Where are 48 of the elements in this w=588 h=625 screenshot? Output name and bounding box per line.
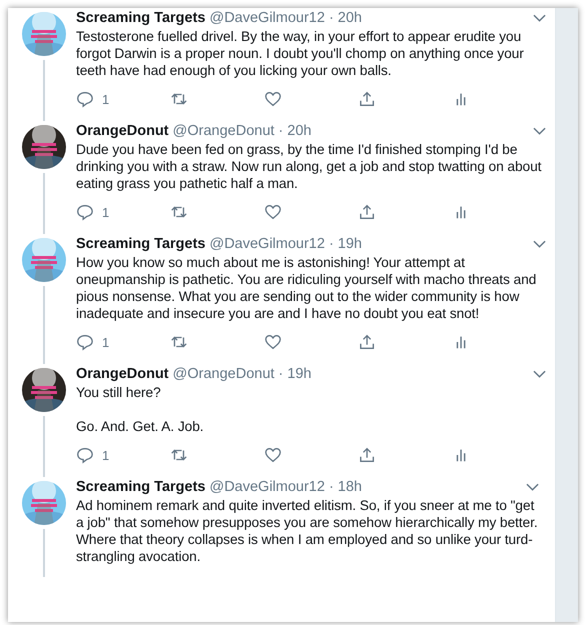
author-handle[interactable]: @OrangeDonut: [172, 123, 274, 139]
tweet-text: How you know so much about me is astonishing! Your attempt at oneupmanship is pathetic. You are ridiculing yourself with macho threats and pious nonsense. What you are sending out to the wider community is how inadequate and insecure you are and I have no doubt you eat snot!: [76, 254, 538, 322]
tweet-text: Dude you have been fed on grass, by the time I'd finished stomping I'd be drinking you with a straw. Now run along, get a job and stop twatting on about eating grass you pathetic half a man.: [76, 141, 542, 192]
tweet-text: Go. And. Get. A. Job.: [76, 418, 205, 435]
reply-count: 1: [102, 204, 110, 220]
author-handle[interactable]: @DaveGilmour12: [209, 10, 325, 26]
author-name[interactable]: OrangeDonut: [76, 123, 169, 139]
reply-count: 1: [102, 448, 110, 462]
author-handle[interactable]: @DaveGilmour12: [209, 479, 325, 495]
tweet-time[interactable]: 19h: [338, 236, 362, 252]
tweet-text: You still here?: [76, 384, 162, 401]
reply-count: 1: [102, 334, 110, 350]
tweet-text: Ad hominem remark and quite inverted elitism. So, if you sneer at me to "get a job" that somehow presupposes you are somehow hierarchically my better. Where that theory collapses is when I am employed and so unlike your turd-strangling avocation.: [76, 497, 539, 565]
reply-icon[interactable]: [76, 333, 94, 351]
tweet-time[interactable]: 20h: [287, 123, 312, 139]
author-name[interactable]: Screaming Targets: [76, 236, 206, 252]
heart-icon[interactable]: [264, 333, 282, 351]
tweet-time[interactable]: 18h: [338, 479, 362, 495]
time-separator: ·: [328, 10, 334, 26]
share-icon[interactable]: [358, 203, 376, 221]
reply-icon[interactable]: [76, 203, 94, 221]
reply-count: 1: [102, 92, 110, 106]
heart-icon[interactable]: [264, 446, 282, 464]
heart-icon[interactable]: [264, 90, 282, 108]
scrollbar[interactable]: [555, 8, 578, 622]
caret-icon[interactable]: [533, 127, 546, 135]
tweet-time[interactable]: 20h: [338, 10, 362, 26]
time-separator: ·: [278, 123, 284, 139]
caret-icon[interactable]: [533, 240, 546, 248]
share-icon[interactable]: [358, 90, 376, 108]
caret-icon[interactable]: [526, 483, 539, 491]
time-separator: ·: [328, 479, 334, 495]
heart-icon[interactable]: [264, 203, 282, 221]
tweet-text: Testosterone fuelled drivel. By the way, in your effort to appear erudite you forgot Darwin is a proper noun. I doubt you'll chomp on anything once your teeth have had enough of you licking your own balls.: [76, 28, 525, 79]
reply-icon[interactable]: [76, 90, 94, 108]
caret-icon[interactable]: [533, 370, 546, 378]
author-name[interactable]: Screaming Targets: [76, 479, 206, 495]
time-separator: ·: [328, 236, 334, 252]
tweet-time[interactable]: 19h: [287, 366, 312, 382]
author-handle[interactable]: @OrangeDonut: [172, 366, 274, 382]
reply-icon[interactable]: [76, 446, 94, 464]
time-separator: ·: [278, 366, 284, 382]
author-name[interactable]: OrangeDonut: [76, 366, 169, 382]
share-icon[interactable]: [358, 446, 376, 464]
author-handle[interactable]: @DaveGilmour12: [209, 236, 325, 252]
author-name[interactable]: Screaming Targets: [76, 10, 206, 26]
share-icon[interactable]: [358, 333, 376, 351]
caret-icon[interactable]: [533, 14, 546, 22]
